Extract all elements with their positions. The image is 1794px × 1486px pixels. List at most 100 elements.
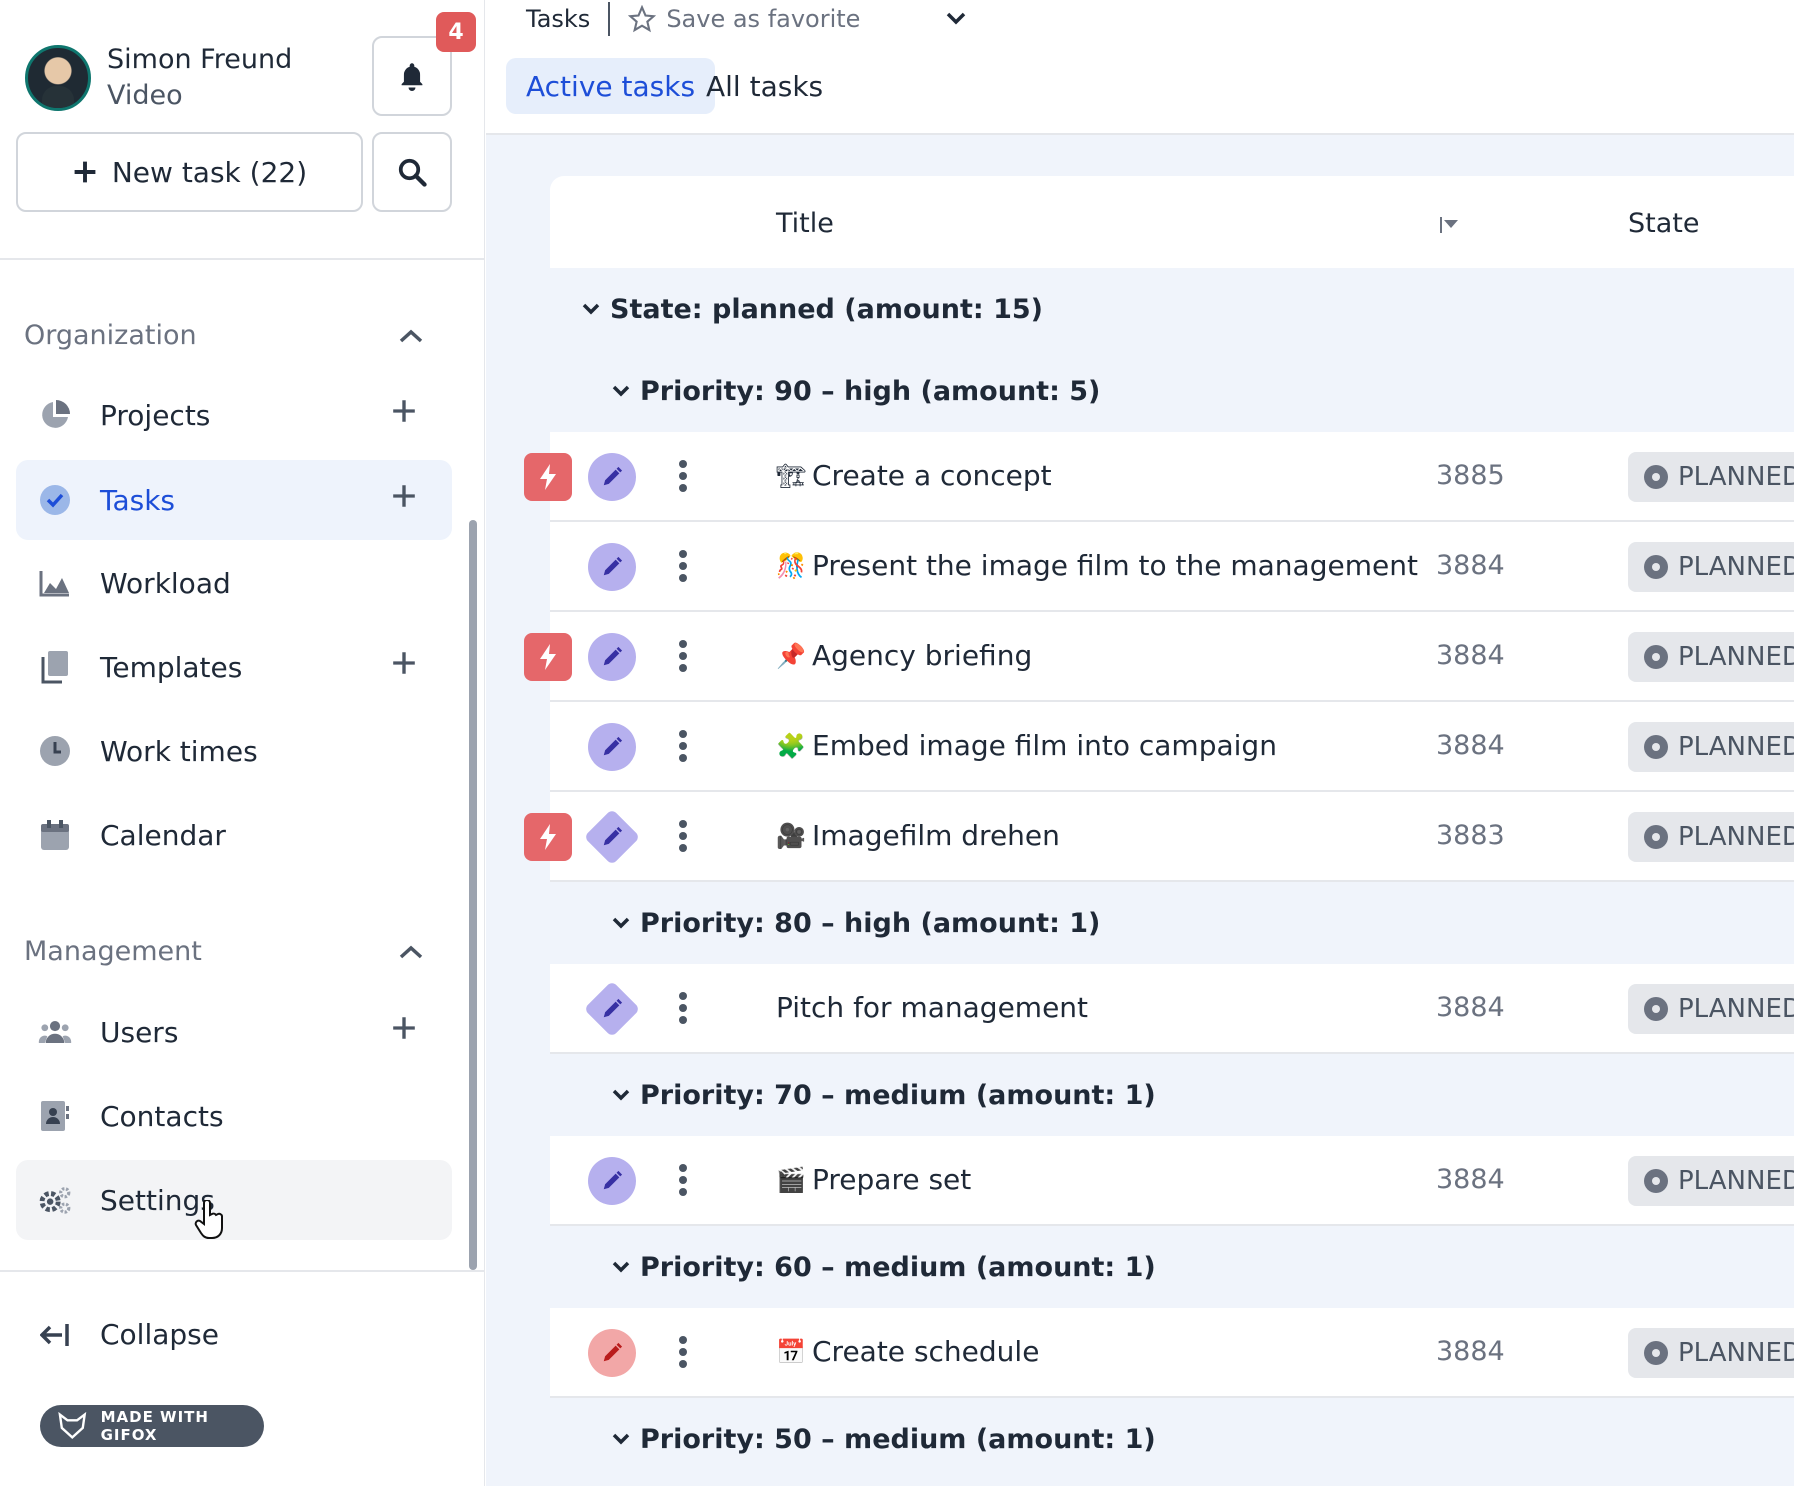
task-id: 38842 xyxy=(1436,640,1506,671)
priority-group-header[interactable]: Priority: 60 – medium (amount: 1) xyxy=(550,1226,1794,1308)
task-title-cell[interactable]: Pitch for management xyxy=(776,991,1088,1024)
save-favorite-label: Save as favorite xyxy=(666,5,861,33)
task-row[interactable]: 🎥Imagefilm drehen 38837 PLANNED xyxy=(524,792,1794,882)
edit-task-button[interactable] xyxy=(588,453,636,501)
user-profile[interactable]: Simon Freund Video xyxy=(25,42,292,114)
sidebar-item-work-times[interactable]: Work times xyxy=(16,711,452,791)
task-menu-button[interactable] xyxy=(678,459,688,497)
state-dot-icon xyxy=(1644,555,1668,579)
sidebar-item-projects[interactable]: Projects xyxy=(16,375,452,455)
task-title-cell[interactable]: 📌 Agency briefing xyxy=(776,639,1032,672)
search-button[interactable] xyxy=(372,132,452,212)
task-title-cell[interactable]: 🎥 Imagefilm drehen xyxy=(776,819,1060,852)
kebab-menu-icon[interactable] xyxy=(678,549,688,583)
priority-group-header[interactable]: Priority: 70 – medium (amount: 1) xyxy=(550,1054,1794,1136)
star-icon xyxy=(628,5,657,33)
sidebar-item-templates[interactable]: Templates xyxy=(16,627,452,707)
task-menu-button[interactable] xyxy=(678,729,688,767)
priority-group-header[interactable]: Priority: 50 – medium (amount: 1) xyxy=(550,1398,1794,1480)
task-title-cell[interactable]: 📅 Create schedule xyxy=(776,1335,1039,1368)
tab-active-tasks[interactable]: Active tasks xyxy=(506,58,716,114)
task-menu-button[interactable] xyxy=(678,819,688,857)
task-menu-button[interactable] xyxy=(678,1163,688,1201)
task-title-cell[interactable]: 🏗 Create a concept xyxy=(776,459,1052,492)
edit-task-button[interactable] xyxy=(588,633,636,681)
task-row[interactable]: 📅Create schedule 38840 PLANNED xyxy=(550,1308,1794,1398)
state-dropdown[interactable]: PLANNED xyxy=(1628,812,1794,862)
add-project-icon[interactable] xyxy=(392,399,416,423)
task-menu-button[interactable] xyxy=(678,1335,688,1373)
task-row[interactable]: 🎊 Present the image film to the managemen… xyxy=(550,522,1794,612)
user-subtitle: Video xyxy=(107,80,183,111)
sidebar-item-contacts[interactable]: Contacts xyxy=(16,1076,452,1156)
kebab-menu-icon[interactable] xyxy=(678,819,688,853)
column-state-header[interactable]: State xyxy=(1628,208,1699,239)
task-row[interactable]: 🏗Create a concept 38851 PLANNED xyxy=(524,432,1794,522)
task-title-cell[interactable]: 🎬 Prepare set xyxy=(776,1163,971,1196)
chevron-down-icon xyxy=(612,1261,630,1273)
edit-task-button[interactable] xyxy=(583,980,641,1038)
task-title-cell[interactable]: 🧩 Embed image film into campaign xyxy=(776,729,1277,762)
task-row[interactable]: 📌Agency briefing 38842 PLANNED xyxy=(524,612,1794,702)
collapse-button[interactable]: Collapse xyxy=(40,1318,219,1351)
tab-all-tasks[interactable]: All tasks xyxy=(686,58,843,114)
state-dropdown[interactable]: PLANNED xyxy=(1628,722,1794,772)
edit-task-button[interactable] xyxy=(583,808,641,866)
state-dropdown[interactable]: PLANNED xyxy=(1628,632,1794,682)
edit-task-button[interactable] xyxy=(588,1329,636,1377)
state-dropdown[interactable]: PLANNED xyxy=(1628,542,1794,592)
edit-task-button[interactable] xyxy=(588,1157,636,1205)
plus-icon xyxy=(74,161,96,183)
sidebar-item-tasks[interactable]: Tasks xyxy=(16,460,452,540)
add-user-icon[interactable] xyxy=(392,1016,416,1040)
column-title-header[interactable]: Title xyxy=(776,208,834,239)
breadcrumb-tasks[interactable]: Tasks xyxy=(526,5,590,33)
sidebar-bottom-divider xyxy=(0,1270,485,1272)
chevron-up-icon[interactable] xyxy=(398,944,424,960)
management-section-header[interactable]: Management xyxy=(24,936,424,967)
kebab-menu-icon[interactable] xyxy=(678,729,688,763)
state-dot-icon xyxy=(1644,825,1668,849)
task-row[interactable]: 🎬Prepare set 38848 PLANNED xyxy=(550,1136,1794,1226)
urgent-flag[interactable] xyxy=(524,633,572,681)
urgent-flag[interactable] xyxy=(524,453,572,501)
task-row[interactable]: Pitch for management 38846 PLANNED xyxy=(550,964,1794,1054)
kebab-menu-icon[interactable] xyxy=(678,1163,688,1197)
sidebar-item-calendar[interactable]: Calendar xyxy=(16,795,452,875)
sidebar-item-users[interactable]: Users xyxy=(16,992,452,1072)
priority-group-header[interactable]: Priority: 90 – high (amount: 5) xyxy=(550,350,1794,432)
state-dropdown[interactable]: PLANNED xyxy=(1628,1328,1794,1378)
add-template-icon[interactable] xyxy=(392,651,416,675)
edit-task-button[interactable] xyxy=(588,543,636,591)
task-title-cell[interactable]: 🎊 Present the image film to the managemen… xyxy=(776,549,1418,582)
kebab-menu-icon[interactable] xyxy=(678,991,688,1025)
kebab-menu-icon[interactable] xyxy=(678,639,688,673)
sidebar-item-label: Users xyxy=(100,1015,179,1049)
sort-filter-icon[interactable] xyxy=(1440,216,1460,234)
task-row[interactable]: 🧩Embed image film into campaign 38841 PLAN… xyxy=(550,702,1794,792)
chevron-down-icon xyxy=(612,385,630,397)
task-menu-button[interactable] xyxy=(678,991,688,1029)
sidebar-scrollbar[interactable] xyxy=(469,520,477,1270)
new-task-button[interactable]: New task (22) xyxy=(16,132,363,212)
urgent-flag[interactable] xyxy=(524,813,572,861)
state-group-header[interactable]: State: planned (amount: 15) xyxy=(550,268,1794,350)
save-favorite-button[interactable]: Save as favorite xyxy=(628,5,860,33)
task-menu-button[interactable] xyxy=(678,549,688,587)
sidebar-item-settings[interactable]: Settings xyxy=(16,1160,452,1240)
kebab-menu-icon[interactable] xyxy=(678,1335,688,1369)
state-dropdown[interactable]: PLANNED xyxy=(1628,1156,1794,1206)
avatar[interactable] xyxy=(25,45,91,111)
add-task-icon[interactable] xyxy=(392,484,416,508)
state-dropdown[interactable]: PLANNED xyxy=(1628,984,1794,1034)
priority-group-header[interactable]: Priority: 80 – high (amount: 1) xyxy=(550,882,1794,964)
organization-section-header[interactable]: Organization xyxy=(24,320,424,351)
chevron-down-icon[interactable] xyxy=(944,6,968,30)
task-menu-button[interactable] xyxy=(678,639,688,677)
kebab-menu-icon[interactable] xyxy=(678,459,688,493)
edit-task-button[interactable] xyxy=(588,723,636,771)
state-dropdown[interactable]: PLANNED xyxy=(1628,452,1794,502)
sidebar-item-workload[interactable]: Workload xyxy=(16,543,452,623)
user-info: Simon Freund Video xyxy=(107,42,292,114)
chevron-up-icon[interactable] xyxy=(398,328,424,344)
